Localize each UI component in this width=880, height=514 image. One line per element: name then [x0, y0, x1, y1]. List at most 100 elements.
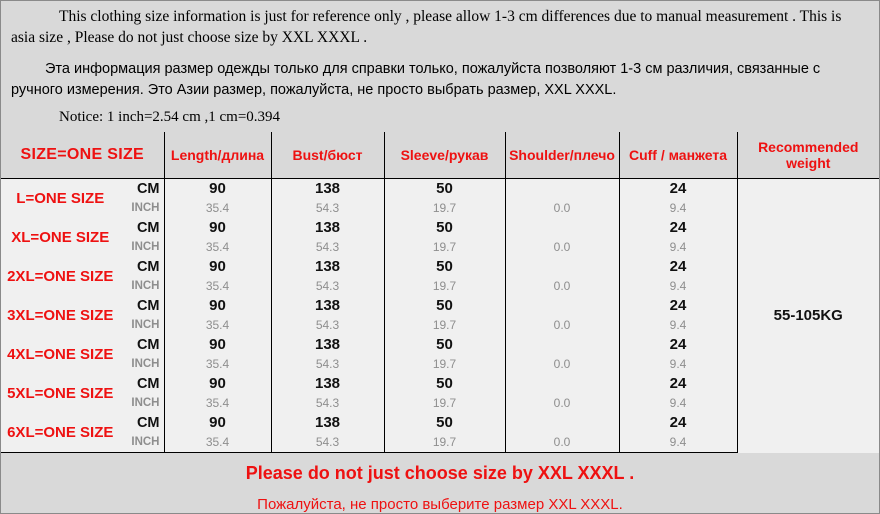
size-name: 4XL=ONE SIZE [7, 345, 114, 363]
value-inch: 9.4 [669, 200, 687, 215]
size-name: 6XL=ONE SIZE [7, 423, 114, 441]
value-inch: 35.4 [205, 200, 230, 215]
note-unit-conversion: Notice: 1 inch=2.54 cm ,1 cm=0.394 [59, 108, 281, 125]
column-header-shoulder: Shoulder/плечо [504, 131, 619, 179]
value-cm: 50 [436, 374, 453, 392]
unit-inch-label: INCH [131, 435, 160, 448]
size-table: SIZE=ONE SIZE Length/длина Bust/бюст Sle… [1, 131, 879, 453]
measurement-cell-cuff: 24 9.4 [618, 178, 737, 218]
measurement-cell-shoulder: 0.0 [504, 373, 619, 413]
measurement-cell-shoulder: 0.0 [504, 256, 619, 296]
note-english: This clothing size information is just f… [11, 8, 842, 46]
value-inch: 54.3 [315, 200, 340, 215]
unit-inch-label: INCH [131, 240, 160, 253]
measurement-cell-shoulder: 0.0 [504, 217, 619, 257]
size-label-cell: 3XL=ONE SIZE CM INCH [1, 295, 164, 335]
value-cm: 138 [314, 179, 341, 197]
size-label-cell: 6XL=ONE SIZE CM INCH [1, 412, 164, 453]
measurement-cell-bust: 138 54.3 [270, 256, 384, 296]
value-inch: 19.7 [432, 395, 457, 410]
measurement-cell-cuff: 24 9.4 [618, 412, 737, 453]
measurement-cell-sleeve: 50 19.7 [383, 334, 505, 374]
measurement-cell-sleeve: 50 19.7 [383, 256, 505, 296]
value-cm [506, 374, 619, 394]
measurement-cell-shoulder: 0.0 [504, 334, 619, 374]
value-cm: 50 [436, 413, 453, 431]
value-inch: 0.0 [553, 278, 571, 293]
measurement-cell-cuff: 24 9.4 [618, 256, 737, 296]
measurement-cell-bust: 138 54.3 [270, 295, 384, 335]
value-inch: 19.7 [432, 356, 457, 371]
value-cm: 90 [209, 257, 226, 275]
unit-cm-label: CM [136, 375, 160, 392]
value-cm [506, 179, 619, 199]
value-inch: 19.7 [432, 434, 457, 449]
value-cm: 90 [209, 374, 226, 392]
measurement-cell-length: 90 35.4 [163, 334, 271, 374]
unit-cm-label: CM [136, 297, 160, 314]
measurement-cell-sleeve: 50 19.7 [383, 217, 505, 257]
unit-cm-label: CM [136, 219, 160, 236]
value-cm: 138 [314, 218, 341, 236]
value-cm: 24 [669, 218, 687, 236]
value-inch: 9.4 [669, 434, 687, 449]
unit-labels: CM INCH [122, 374, 164, 413]
value-cm: 24 [669, 413, 687, 431]
size-chart-page: This clothing size information is just f… [0, 0, 880, 514]
size-name: XL=ONE SIZE [11, 228, 110, 246]
value-cm: 138 [314, 296, 341, 314]
unit-inch-label: INCH [131, 279, 160, 292]
column-header-recommended-weight: Recommended weight [736, 131, 879, 179]
table-row: L=ONE SIZE CM INCH 90 35.4 138 54.3 50 19.7 0.0 2… [1, 178, 879, 453]
value-cm: 50 [436, 257, 453, 275]
value-inch: 19.7 [432, 317, 457, 332]
measurement-cell-shoulder: 0.0 [504, 295, 619, 335]
measurement-cell-length: 90 35.4 [163, 256, 271, 296]
value-inch: 54.3 [315, 239, 340, 254]
unit-labels: CM INCH [122, 257, 164, 296]
intro-notes: This clothing size information is just f… [1, 1, 879, 126]
value-inch: 9.4 [669, 317, 687, 332]
measurement-cell-bust: 138 54.3 [270, 373, 384, 413]
size-table-body: L=ONE SIZE CM INCH 90 35.4 138 54.3 50 19.7 0.0 2… [1, 178, 879, 453]
size-name: 2XL=ONE SIZE [7, 267, 114, 285]
measurement-cell-sleeve: 50 19.7 [383, 295, 505, 335]
unit-inch-label: INCH [131, 396, 160, 409]
measurement-cell-shoulder: 0.0 [504, 178, 619, 218]
value-cm: 138 [314, 374, 341, 392]
measurement-cell-sleeve: 50 19.7 [383, 178, 505, 218]
value-inch: 35.4 [205, 356, 230, 371]
measurement-cell-length: 90 35.4 [163, 412, 271, 453]
unit-labels: CM INCH [122, 296, 164, 335]
unit-inch-label: INCH [131, 318, 160, 331]
value-cm: 24 [669, 374, 687, 392]
value-cm: 50 [436, 296, 453, 314]
value-inch: 0.0 [553, 239, 571, 254]
value-inch: 0.0 [553, 434, 571, 449]
value-cm [506, 218, 619, 238]
value-cm: 50 [436, 335, 453, 353]
size-name: 5XL=ONE SIZE [7, 384, 114, 402]
size-name: 3XL=ONE SIZE [7, 306, 114, 324]
value-inch: 54.3 [315, 317, 340, 332]
footer-warning: Please do not just choose size by XXL XX… [1, 452, 879, 513]
unit-labels: CM INCH [122, 179, 164, 218]
measurement-cell-cuff: 24 9.4 [618, 295, 737, 335]
measurement-cell-sleeve: 50 19.7 [383, 373, 505, 413]
unit-labels: CM INCH [122, 335, 164, 374]
value-inch: 9.4 [669, 278, 687, 293]
column-header-size: SIZE=ONE SIZE [1, 131, 164, 179]
measurement-cell-bust: 138 54.3 [270, 334, 384, 374]
value-cm: 138 [314, 257, 341, 275]
value-cm: 90 [209, 296, 226, 314]
value-inch: 9.4 [669, 395, 687, 410]
size-label-cell: L=ONE SIZE CM INCH [1, 178, 164, 218]
measurement-cell-cuff: 24 9.4 [618, 334, 737, 374]
value-cm: 24 [669, 335, 687, 353]
value-inch: 35.4 [205, 434, 230, 449]
value-cm: 90 [209, 179, 226, 197]
note-russian: Эта информация размер одежды только для … [11, 60, 821, 98]
size-label-cell: 4XL=ONE SIZE CM INCH [1, 334, 164, 374]
value-inch: 19.7 [432, 200, 457, 215]
measurement-cell-bust: 138 54.3 [270, 217, 384, 257]
